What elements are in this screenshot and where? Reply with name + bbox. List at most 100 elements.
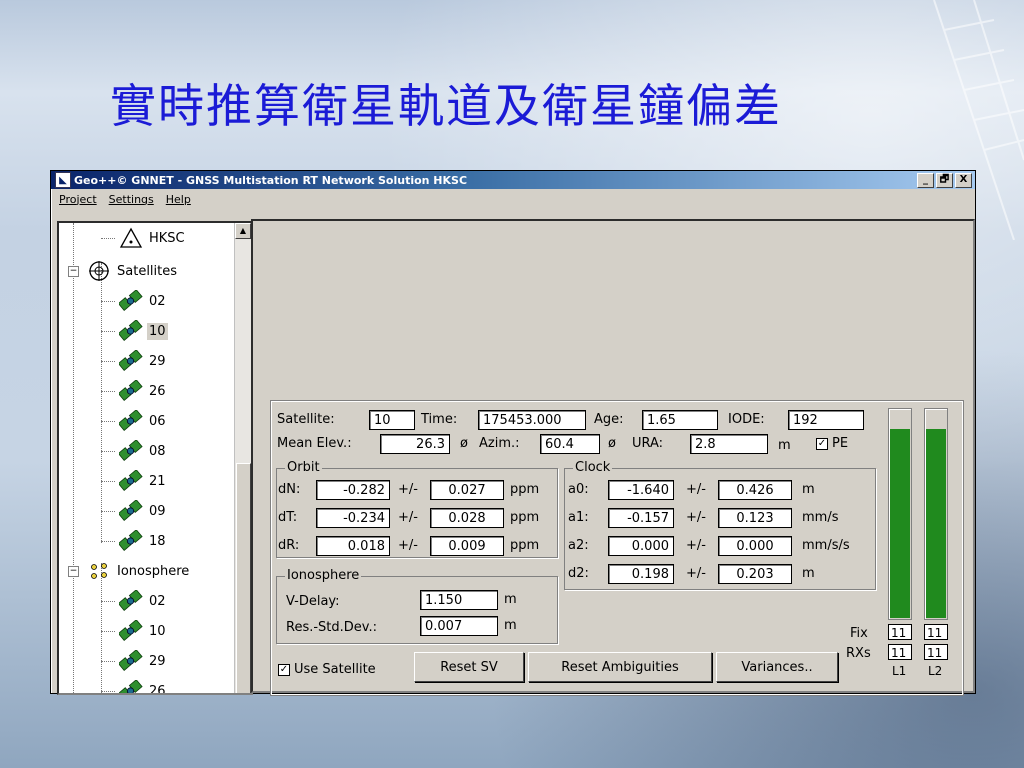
slide-title: 實時推算衛星軌道及衛星鐘偏差 bbox=[110, 79, 782, 133]
satellite-icon bbox=[119, 410, 143, 431]
error-field[interactable]: 0.009 bbox=[430, 536, 504, 556]
crosshair-globe-icon bbox=[89, 261, 109, 281]
plus-minus-label: +/- bbox=[398, 510, 418, 525]
tree-item-satellite[interactable]: 09 bbox=[119, 497, 168, 525]
satellite-icon bbox=[119, 680, 143, 693]
tree-view[interactable]: HKSC − Satellites 02 10 29 26 06 08 21 09 18 − I… bbox=[57, 221, 253, 695]
v-delay-field[interactable]: 1.150 bbox=[420, 590, 498, 610]
iode-field[interactable]: 192 bbox=[788, 410, 864, 430]
tree-line bbox=[101, 481, 115, 482]
res-std-dev-field[interactable]: 0.007 bbox=[420, 616, 498, 636]
window-titlebar[interactable]: ◣ Geo++© GNNET - GNSS Multistation RT Ne… bbox=[51, 171, 975, 189]
checkbox-check-icon: ✓ bbox=[816, 437, 828, 450]
tree-item-satellite[interactable]: 18 bbox=[119, 527, 168, 555]
tree-item-label: 29 bbox=[149, 653, 166, 669]
menu-settings[interactable]: Settings bbox=[109, 193, 154, 206]
l2-signal-bar bbox=[924, 408, 948, 620]
unit-label: ppm bbox=[510, 538, 540, 553]
expander-ionosphere[interactable]: − bbox=[68, 566, 79, 577]
tree-item-satellite[interactable]: 26 bbox=[119, 677, 168, 693]
tree-item-satellite[interactable]: 02 bbox=[119, 287, 168, 315]
orbit-group-title: Orbit bbox=[285, 460, 322, 475]
error-field[interactable]: 0.203 bbox=[718, 564, 792, 584]
ura-field[interactable]: 2.8 bbox=[690, 434, 768, 454]
pe-checkbox[interactable]: ✓ PE bbox=[816, 436, 848, 451]
row-label: a1: bbox=[568, 510, 589, 525]
row-label: dT: bbox=[278, 510, 298, 525]
unit-label: mm/s/s bbox=[802, 538, 850, 553]
row-label: dN: bbox=[278, 482, 301, 497]
satellite-icon bbox=[119, 530, 143, 551]
tree-scrollbar[interactable]: ▲ bbox=[234, 223, 251, 693]
value-field[interactable]: -1.640 bbox=[608, 480, 674, 500]
tree-line bbox=[101, 421, 115, 422]
plus-minus-label: +/- bbox=[686, 566, 706, 581]
tree-item-satellite[interactable]: 29 bbox=[119, 647, 168, 675]
tree-item-satellite[interactable]: 21 bbox=[119, 467, 168, 495]
plus-minus-label: +/- bbox=[686, 510, 706, 525]
minimize-button[interactable]: _ bbox=[917, 172, 934, 188]
close-button[interactable]: X bbox=[955, 172, 972, 188]
use-satellite-checkbox[interactable]: ✓ Use Satellite bbox=[278, 662, 376, 677]
value-field[interactable]: -0.282 bbox=[316, 480, 390, 500]
satellite-panel: Satellite: 10 Time: 175453.000 Age: 1.65… bbox=[270, 400, 964, 696]
expander-satellites[interactable]: − bbox=[68, 266, 79, 277]
rxs-l2-field: 11 bbox=[924, 644, 948, 660]
tree-item-satellites[interactable]: Satellites bbox=[87, 257, 179, 285]
scroll-up-button[interactable]: ▲ bbox=[235, 223, 251, 239]
value-field[interactable]: 0.198 bbox=[608, 564, 674, 584]
menu-help[interactable]: Help bbox=[166, 193, 191, 206]
satellite-icon bbox=[119, 500, 143, 521]
value-field[interactable]: -0.157 bbox=[608, 508, 674, 528]
tree-line bbox=[101, 691, 115, 692]
clock-group-title: Clock bbox=[573, 460, 613, 475]
tree-item-satellite[interactable]: 10 bbox=[119, 617, 168, 645]
satellite-field[interactable]: 10 bbox=[369, 410, 415, 430]
value-field[interactable]: 0.018 bbox=[316, 536, 390, 556]
l2-label: L2 bbox=[928, 664, 943, 678]
tree-item-satellite[interactable]: 08 bbox=[119, 437, 168, 465]
value-field[interactable]: -0.234 bbox=[316, 508, 390, 528]
error-field[interactable]: 0.000 bbox=[718, 536, 792, 556]
error-field[interactable]: 0.028 bbox=[430, 508, 504, 528]
restore-button[interactable]: 🗗 bbox=[936, 172, 953, 188]
mean-elev-field[interactable]: 26.3 bbox=[380, 434, 450, 454]
tree-line bbox=[73, 223, 74, 693]
tree-item-station[interactable]: HKSC bbox=[119, 224, 187, 252]
tree-line bbox=[101, 391, 115, 392]
tree-item-satellite[interactable]: 06 bbox=[119, 407, 168, 435]
tree-item-satellite[interactable]: 26 bbox=[119, 377, 168, 405]
tree-item-label: 09 bbox=[149, 503, 166, 519]
time-field[interactable]: 175453.000 bbox=[478, 410, 586, 430]
v-delay-unit: m bbox=[504, 592, 517, 607]
tree-item-satellite[interactable]: 29 bbox=[119, 347, 168, 375]
tree-item-label: 29 bbox=[149, 353, 166, 369]
error-field[interactable]: 0.426 bbox=[718, 480, 792, 500]
scroll-thumb[interactable] bbox=[236, 463, 251, 693]
error-field[interactable]: 0.027 bbox=[430, 480, 504, 500]
variances-button[interactable]: Variances.. bbox=[716, 652, 838, 682]
azim-field[interactable]: 60.4 bbox=[540, 434, 600, 454]
reset-sv-button[interactable]: Reset SV bbox=[414, 652, 524, 682]
azim-label: Azim.: bbox=[479, 436, 520, 451]
tree-item-label: Ionosphere bbox=[117, 563, 190, 579]
age-field[interactable]: 1.65 bbox=[642, 410, 718, 430]
degree-symbol: ø bbox=[460, 436, 468, 451]
tree-line bbox=[101, 631, 115, 632]
error-field[interactable]: 0.123 bbox=[718, 508, 792, 528]
satellite-icon bbox=[119, 590, 143, 611]
satellite-icon bbox=[119, 320, 143, 341]
value-field[interactable]: 0.000 bbox=[608, 536, 674, 556]
tree-line bbox=[101, 511, 115, 512]
tree-line bbox=[101, 361, 115, 362]
tree-item-ionosphere[interactable]: Ionosphere bbox=[87, 557, 191, 585]
tree-item-label: 10 bbox=[149, 623, 166, 639]
tree-item-satellite[interactable]: 02 bbox=[119, 587, 168, 615]
tree-item-label: 18 bbox=[149, 533, 166, 549]
menu-project[interactable]: Project bbox=[59, 193, 97, 206]
tree-item-label: 02 bbox=[149, 293, 166, 309]
tree-item-satellite[interactable]: 10 bbox=[119, 317, 168, 345]
tree-item-label: 08 bbox=[149, 443, 166, 459]
tree-item-label: 21 bbox=[149, 473, 166, 489]
reset-ambiguities-button[interactable]: Reset Ambiguities bbox=[528, 652, 712, 682]
